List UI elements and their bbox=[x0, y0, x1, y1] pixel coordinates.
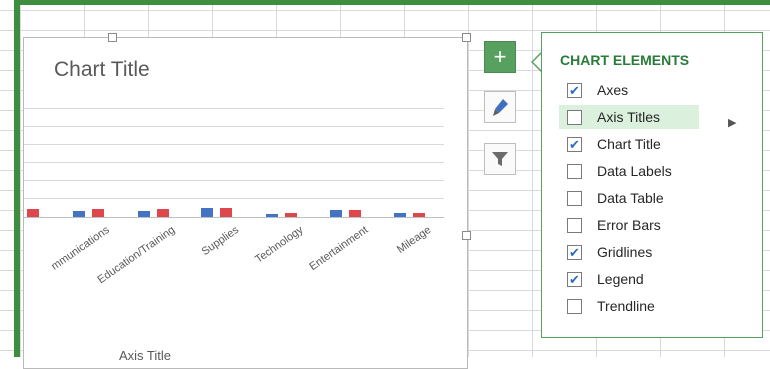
checkbox[interactable]: ✔ bbox=[567, 82, 582, 98]
chart-filters-button[interactable] bbox=[484, 143, 516, 175]
chart-elements-panel: CHART ELEMENTS ✔ Axes Axis Titles ▶ ✔ Ch… bbox=[533, 32, 763, 338]
bar[interactable] bbox=[220, 208, 232, 217]
element-axis-titles[interactable]: Axis Titles bbox=[559, 105, 699, 129]
gridline bbox=[24, 162, 444, 163]
bar[interactable] bbox=[413, 213, 425, 217]
resize-handle[interactable] bbox=[108, 33, 117, 42]
bar[interactable] bbox=[157, 209, 169, 217]
chart-styles-button[interactable] bbox=[484, 91, 516, 123]
checkbox[interactable] bbox=[567, 109, 582, 125]
element-data-labels[interactable]: Data Labels bbox=[559, 159, 699, 183]
checkbox[interactable] bbox=[567, 190, 582, 206]
gridline bbox=[24, 198, 444, 199]
element-error-bars[interactable]: Error Bars bbox=[559, 213, 699, 237]
gridline bbox=[24, 126, 444, 127]
element-label: Gridlines bbox=[597, 244, 653, 260]
gridline bbox=[24, 108, 444, 109]
chart-title[interactable]: Chart Title bbox=[54, 58, 150, 82]
element-chart-title[interactable]: ✔ Chart Title bbox=[559, 132, 699, 156]
checkbox[interactable]: ✔ bbox=[567, 136, 582, 152]
checkbox[interactable] bbox=[567, 298, 582, 314]
submenu-arrow-icon[interactable]: ▶ bbox=[728, 116, 736, 129]
element-trendline[interactable]: Trendline bbox=[559, 294, 699, 318]
x-axis-line bbox=[24, 217, 444, 218]
resize-handle[interactable] bbox=[462, 231, 471, 240]
resize-handle[interactable] bbox=[462, 33, 471, 42]
element-label: Trendline bbox=[597, 298, 655, 314]
plus-icon: + bbox=[493, 44, 507, 69]
x-tick-label: Entertainment bbox=[306, 224, 370, 274]
x-tick-label: Supplies bbox=[199, 224, 241, 259]
window-border-top bbox=[14, 0, 770, 5]
element-gridlines[interactable]: ✔ Gridlines bbox=[559, 240, 699, 264]
bar[interactable] bbox=[266, 214, 278, 217]
checkbox[interactable]: ✔ bbox=[567, 244, 582, 260]
x-tick-label: Mileage bbox=[395, 224, 434, 256]
filter-icon bbox=[492, 152, 508, 166]
gridline bbox=[24, 180, 444, 181]
element-label: Chart Title bbox=[597, 136, 661, 152]
panel-pointer-fill bbox=[533, 54, 541, 70]
element-label: Axis Titles bbox=[597, 109, 661, 125]
gridline bbox=[24, 144, 444, 145]
element-label: Axes bbox=[597, 82, 629, 98]
bar[interactable] bbox=[285, 213, 297, 217]
bar[interactable] bbox=[138, 211, 150, 217]
window-border-left bbox=[14, 0, 20, 357]
checkbox[interactable]: ✔ bbox=[567, 271, 582, 287]
bar[interactable] bbox=[394, 213, 406, 217]
element-axes[interactable]: ✔ Axes bbox=[559, 78, 699, 102]
checkbox[interactable] bbox=[567, 217, 582, 233]
x-tick-label: Technology bbox=[253, 224, 306, 266]
element-label: Error Bars bbox=[597, 217, 661, 233]
element-label: Legend bbox=[597, 271, 644, 287]
chart-elements-button[interactable]: + bbox=[484, 41, 516, 73]
element-legend[interactable]: ✔ Legend bbox=[559, 267, 699, 291]
bar[interactable] bbox=[330, 210, 342, 217]
bar[interactable] bbox=[349, 210, 361, 217]
brush-icon bbox=[493, 99, 508, 116]
chart-area[interactable]: Chart Title mmunications Education/Train… bbox=[23, 37, 468, 369]
element-label: Data Labels bbox=[597, 163, 672, 179]
element-label: Data Table bbox=[597, 190, 664, 206]
bar[interactable] bbox=[201, 208, 213, 217]
checkbox[interactable] bbox=[567, 163, 582, 179]
x-tick-label: mmunications bbox=[49, 224, 112, 273]
axis-title[interactable]: Axis Title bbox=[119, 348, 171, 363]
bar[interactable] bbox=[27, 209, 39, 217]
bar[interactable] bbox=[92, 209, 104, 217]
bar[interactable] bbox=[73, 211, 85, 217]
element-data-table[interactable]: Data Table bbox=[559, 186, 699, 210]
panel-title: CHART ELEMENTS bbox=[560, 52, 690, 68]
